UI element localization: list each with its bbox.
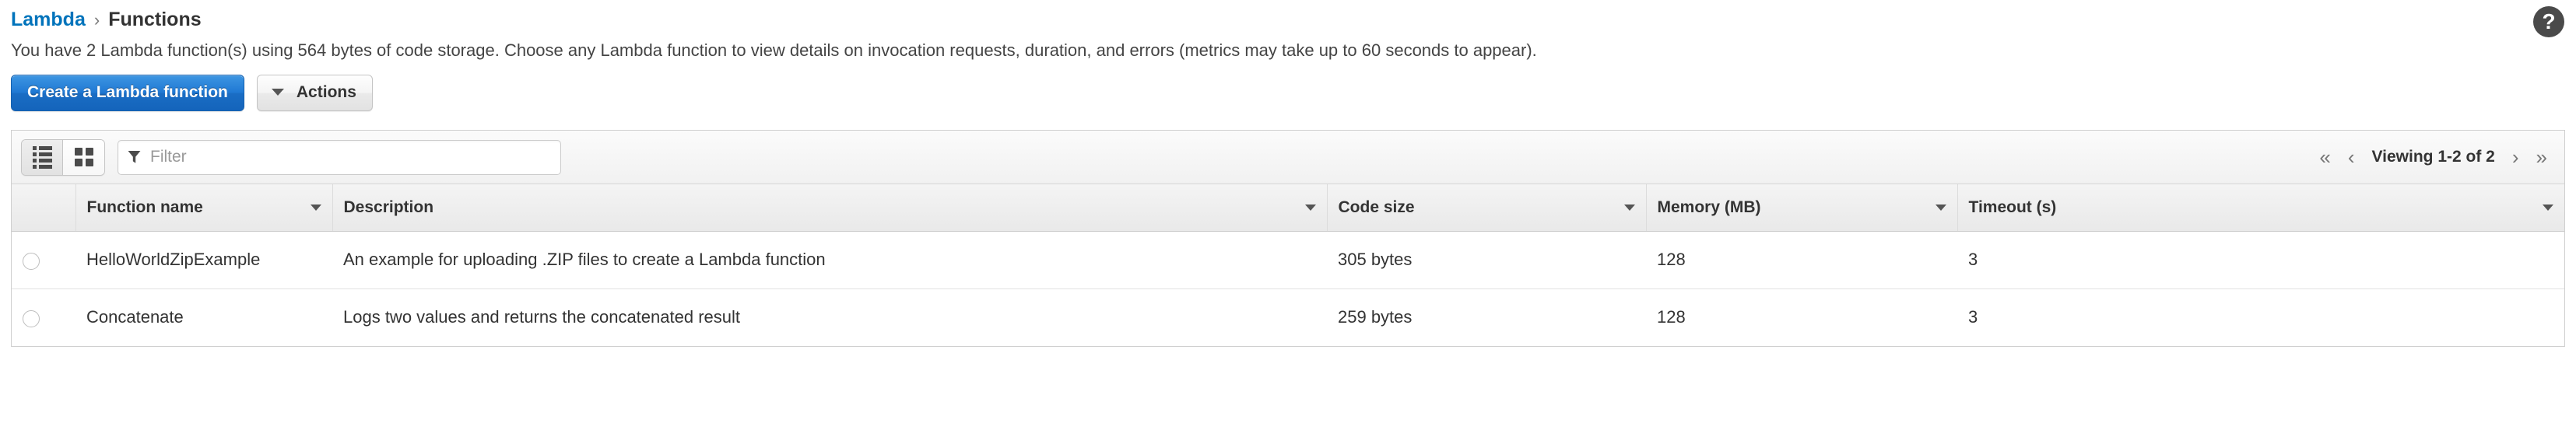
breadcrumb-link-lambda[interactable]: Lambda — [11, 10, 86, 30]
column-header-function-name[interactable]: Function name — [75, 184, 333, 232]
functions-table: Function name Description Code size Memo… — [12, 184, 2564, 347]
sort-caret-icon — [1623, 205, 1635, 212]
table-row[interactable]: HelloWorldZipExample An example for uplo… — [12, 231, 2564, 289]
pagination-last-button[interactable]: » — [2536, 147, 2547, 167]
column-header-code-size-label: Code size — [1338, 198, 1415, 217]
breadcrumb: Lambda › Functions — [0, 0, 2576, 30]
column-header-description[interactable]: Description — [332, 184, 1328, 232]
sort-caret-icon — [1304, 205, 1316, 212]
pagination-next-button[interactable]: › — [2512, 147, 2519, 167]
breadcrumb-current-functions: Functions — [108, 9, 202, 30]
list-view-icon — [32, 145, 52, 169]
breadcrumb-separator-icon: › — [93, 9, 100, 30]
column-header-memory[interactable]: Memory (MB) — [1646, 184, 1958, 232]
row-radio-button[interactable] — [23, 309, 40, 327]
actions-dropdown-label: Actions — [296, 83, 356, 102]
sort-caret-icon — [2543, 205, 2553, 212]
column-header-select — [12, 184, 76, 232]
funnel-icon — [128, 151, 141, 164]
column-header-memory-label: Memory (MB) — [1657, 198, 1761, 217]
column-header-description-label: Description — [343, 198, 434, 217]
create-lambda-function-button[interactable]: Create a Lambda function — [11, 75, 244, 112]
cell-function-name: HelloWorldZipExample — [75, 231, 332, 289]
filter-input[interactable] — [149, 147, 551, 168]
action-bar: Create a Lambda function Actions — [0, 61, 2576, 112]
view-toggle-group — [21, 138, 105, 176]
list-view-button[interactable] — [22, 139, 63, 175]
pagination-first-button[interactable]: « — [2319, 147, 2330, 167]
cell-description: Logs two values and returns the concaten… — [332, 288, 1327, 347]
chevron-down-icon — [271, 89, 284, 96]
sort-caret-icon — [310, 205, 321, 212]
grid-view-button[interactable] — [63, 139, 104, 175]
row-select-cell — [12, 288, 75, 347]
filter-box[interactable] — [118, 139, 561, 175]
cell-code-size: 259 bytes — [1327, 288, 1646, 347]
panel-toolbar: « ‹ Viewing 1-2 of 2 › » — [12, 131, 2564, 185]
cell-memory: 128 — [1646, 231, 1957, 289]
cell-code-size: 305 bytes — [1327, 231, 1646, 289]
cell-function-name: Concatenate — [75, 288, 332, 347]
help-icon[interactable]: ? — [2533, 6, 2564, 37]
table-header-row: Function name Description Code size Memo… — [12, 184, 2564, 232]
row-radio-button[interactable] — [23, 252, 40, 270]
pagination-prev-button[interactable]: ‹ — [2348, 147, 2355, 167]
column-header-timeout[interactable]: Timeout (s) — [1957, 184, 2564, 232]
grid-view-icon — [74, 148, 93, 167]
column-header-function-name-label: Function name — [86, 198, 203, 217]
column-header-code-size[interactable]: Code size — [1327, 184, 1647, 232]
column-header-timeout-label: Timeout (s) — [1968, 198, 2057, 217]
cell-memory: 128 — [1646, 288, 1957, 347]
pagination: « ‹ Viewing 1-2 of 2 › » — [2319, 147, 2553, 167]
actions-dropdown-button[interactable]: Actions — [256, 75, 373, 112]
intro-description: You have 2 Lambda function(s) using 564 … — [11, 40, 1537, 60]
table-row[interactable]: Concatenate Logs two values and returns … — [12, 288, 2564, 347]
cell-description: An example for uploading .ZIP files to c… — [332, 231, 1327, 289]
functions-panel: « ‹ Viewing 1-2 of 2 › » Function name — [11, 130, 2565, 347]
cell-timeout: 3 — [1957, 288, 2564, 347]
pagination-range-label: Viewing 1-2 of 2 — [2371, 148, 2495, 166]
sort-caret-icon — [1935, 205, 1946, 212]
row-select-cell — [12, 231, 75, 289]
cell-timeout: 3 — [1957, 231, 2564, 289]
